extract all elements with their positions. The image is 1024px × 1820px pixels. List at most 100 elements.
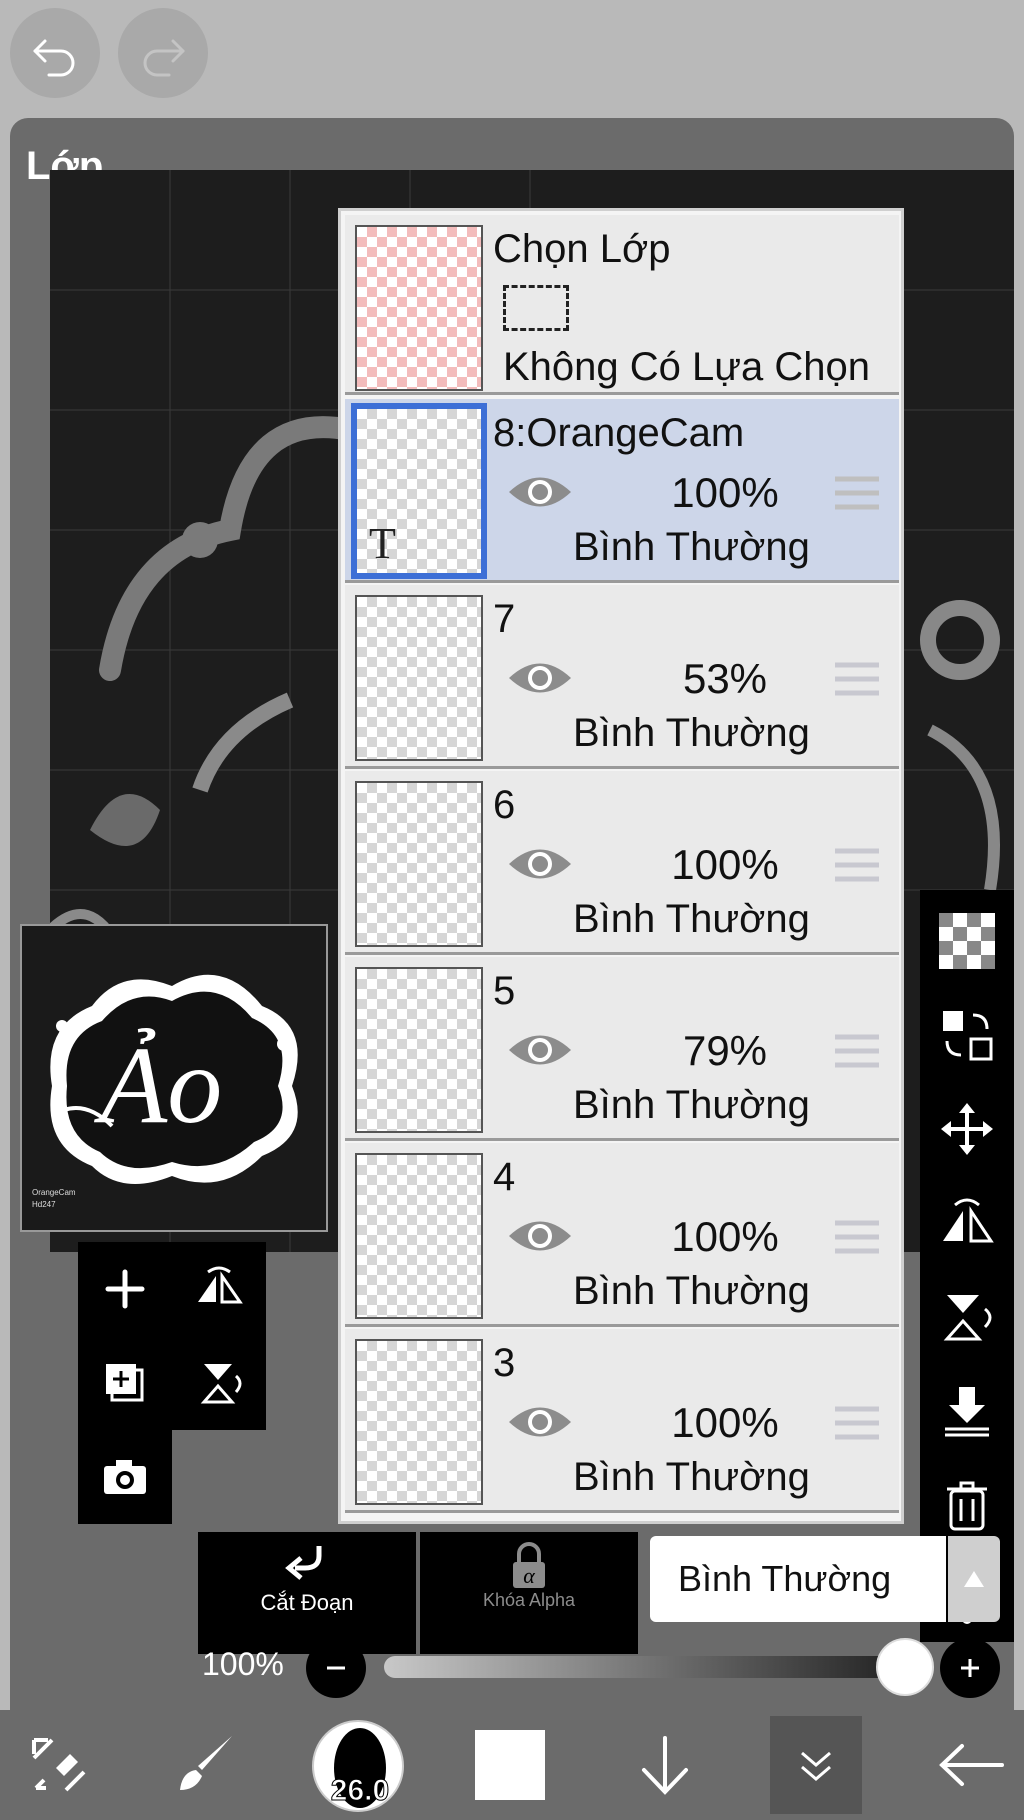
merge-down-button[interactable] bbox=[920, 1364, 1014, 1458]
selection-layer-thumbnail bbox=[355, 225, 483, 391]
layer-name: 7 bbox=[493, 597, 516, 641]
opacity-slider[interactable] bbox=[384, 1656, 914, 1678]
layer-row-3[interactable]: 3 100% Bình Thường bbox=[345, 1329, 899, 1513]
layer-thumbnail bbox=[355, 1339, 483, 1505]
svg-text:Ảo: Ảo bbox=[93, 1024, 222, 1146]
clipping-arrow-icon bbox=[285, 1546, 322, 1580]
opacity-increase-button[interactable] bbox=[940, 1638, 1000, 1698]
chevron-double-down-icon bbox=[801, 1751, 831, 1781]
layer-opacity: 79% bbox=[682, 1027, 768, 1074]
move-down-button[interactable] bbox=[620, 1710, 710, 1820]
layer-name: 5 bbox=[493, 969, 516, 1013]
alpha-lock-button[interactable]: α Khóa Alpha bbox=[420, 1532, 638, 1654]
clipping-button[interactable]: Cắt Đoạn bbox=[198, 1532, 416, 1654]
flip-horizontal-button[interactable] bbox=[172, 1242, 266, 1336]
opacity-value: 100% bbox=[202, 1646, 284, 1682]
blend-mode-dropdown-button[interactable] bbox=[948, 1536, 1000, 1622]
layer-opacity: 100% bbox=[671, 841, 779, 888]
eye-icon[interactable] bbox=[505, 469, 575, 515]
eye-icon[interactable] bbox=[505, 1399, 575, 1445]
arrow-left-icon bbox=[939, 1744, 1004, 1786]
flip-layer-horizontal-button[interactable] bbox=[920, 1176, 1014, 1270]
layer-name: 8:OrangeCam bbox=[493, 411, 745, 455]
layer-thumbnail bbox=[355, 595, 483, 761]
undo-icon bbox=[33, 39, 75, 77]
layer-row-5[interactable]: 5 79% Bình Thường bbox=[345, 957, 899, 1141]
brush-size-button[interactable]: 26.0 bbox=[312, 1720, 404, 1812]
merge-down-icon bbox=[945, 1387, 989, 1437]
layer-thumbnail bbox=[355, 781, 483, 947]
drag-handle-icon[interactable] bbox=[833, 1403, 881, 1443]
arrow-down-icon bbox=[642, 1736, 688, 1795]
selection-layer-row[interactable]: Chọn Lớp Không Có Lựa Chọn bbox=[345, 215, 899, 395]
camera-button[interactable] bbox=[78, 1430, 172, 1524]
canvas-preview[interactable]: Ảo OrangeCam Hd247 bbox=[20, 924, 328, 1232]
eye-icon[interactable] bbox=[505, 655, 575, 701]
plus-icon bbox=[105, 1269, 145, 1309]
layer-name: 6 bbox=[493, 783, 516, 827]
layers-menu-button[interactable] bbox=[770, 1716, 862, 1814]
flip-vertical-icon bbox=[943, 1295, 992, 1341]
back-button[interactable] bbox=[926, 1710, 1016, 1820]
opacity-decrease-button[interactable] bbox=[306, 1638, 366, 1698]
duplicate-layer-button[interactable] bbox=[78, 1336, 172, 1430]
drag-handle-icon[interactable] bbox=[833, 1217, 881, 1257]
text-layer-icon: T bbox=[369, 519, 396, 568]
drag-handle-icon[interactable] bbox=[833, 845, 881, 885]
checkerboard-icon bbox=[939, 913, 995, 969]
layer-thumbnail bbox=[355, 1153, 483, 1319]
brush-tool-button[interactable] bbox=[160, 1710, 250, 1820]
minus-icon bbox=[327, 1666, 345, 1670]
layer-right-toolbar bbox=[920, 890, 1014, 1642]
eye-icon[interactable] bbox=[505, 841, 575, 887]
drag-handle-icon[interactable] bbox=[833, 1031, 881, 1071]
layer-list[interactable]: Chọn Lớp Không Có Lựa Chọn T 8:OrangeCam… bbox=[338, 208, 904, 1524]
opacity-slider-knob[interactable] bbox=[876, 1638, 934, 1696]
move-button[interactable] bbox=[920, 1082, 1014, 1176]
layer-row-7[interactable]: 7 53% Bình Thường bbox=[345, 585, 899, 769]
layer-blend-mode: Bình Thường bbox=[573, 1455, 810, 1499]
move-arrows-icon bbox=[941, 1103, 993, 1155]
layer-blend-mode: Bình Thường bbox=[573, 525, 810, 569]
layer-row-8[interactable]: T 8:OrangeCam 100% Bình Thường bbox=[345, 399, 899, 583]
layer-thumbnail: T bbox=[351, 403, 487, 579]
undo-button[interactable] bbox=[10, 8, 100, 98]
selection-marquee-icon bbox=[503, 285, 569, 331]
redo-button[interactable] bbox=[118, 8, 208, 98]
layer-blend-mode: Bình Thường bbox=[573, 1083, 810, 1127]
layer-blend-mode: Bình Thường bbox=[573, 897, 810, 941]
add-layer-button[interactable] bbox=[78, 1242, 172, 1336]
layer-blend-mode: Bình Thường bbox=[573, 711, 810, 755]
flip-horizontal-icon bbox=[198, 1266, 243, 1304]
layer-thumbnail bbox=[355, 967, 483, 1133]
color-picker-button[interactable] bbox=[470, 1710, 550, 1820]
eye-icon[interactable] bbox=[505, 1213, 575, 1259]
duplicate-layer-icon bbox=[106, 1364, 144, 1402]
brush-icon bbox=[180, 1736, 232, 1790]
layer-opacity: 100% bbox=[671, 1399, 779, 1446]
layer-name: 3 bbox=[493, 1341, 516, 1385]
triangle-up-icon bbox=[964, 1571, 984, 1587]
move-layer-swap-button[interactable] bbox=[920, 988, 1014, 1082]
eye-icon[interactable] bbox=[505, 1027, 575, 1073]
selection-layer-title: Chọn Lớp bbox=[493, 227, 671, 271]
layer-row-6[interactable]: 6 100% Bình Thường bbox=[345, 771, 899, 955]
alpha-lock-label: Khóa Alpha bbox=[482, 1590, 576, 1610]
clipping-label: Cắt Đoạn bbox=[260, 1590, 354, 1615]
layer-row-4[interactable]: 4 100% Bình Thường bbox=[345, 1143, 899, 1327]
drag-handle-icon[interactable] bbox=[833, 659, 881, 699]
drag-handle-icon[interactable] bbox=[833, 473, 881, 513]
preview-caption-2: Hd247 bbox=[32, 1200, 56, 1209]
layer-opacity: 53% bbox=[682, 655, 768, 702]
swap-layer-icon bbox=[943, 1011, 993, 1061]
layer-blend-mode: Bình Thường bbox=[573, 1269, 810, 1313]
lock-icon: α bbox=[513, 1542, 545, 1588]
blend-mode-select[interactable]: Bình Thường bbox=[650, 1536, 946, 1622]
flip-layer-vertical-button[interactable] bbox=[920, 1270, 1014, 1364]
layer-opacity: 100% bbox=[671, 469, 779, 516]
flip-vertical-button[interactable] bbox=[172, 1336, 266, 1430]
transform-tool-button[interactable] bbox=[14, 1710, 104, 1820]
current-color-swatch bbox=[475, 1730, 545, 1800]
transparency-button[interactable] bbox=[920, 894, 1014, 988]
camera-icon bbox=[104, 1460, 146, 1494]
